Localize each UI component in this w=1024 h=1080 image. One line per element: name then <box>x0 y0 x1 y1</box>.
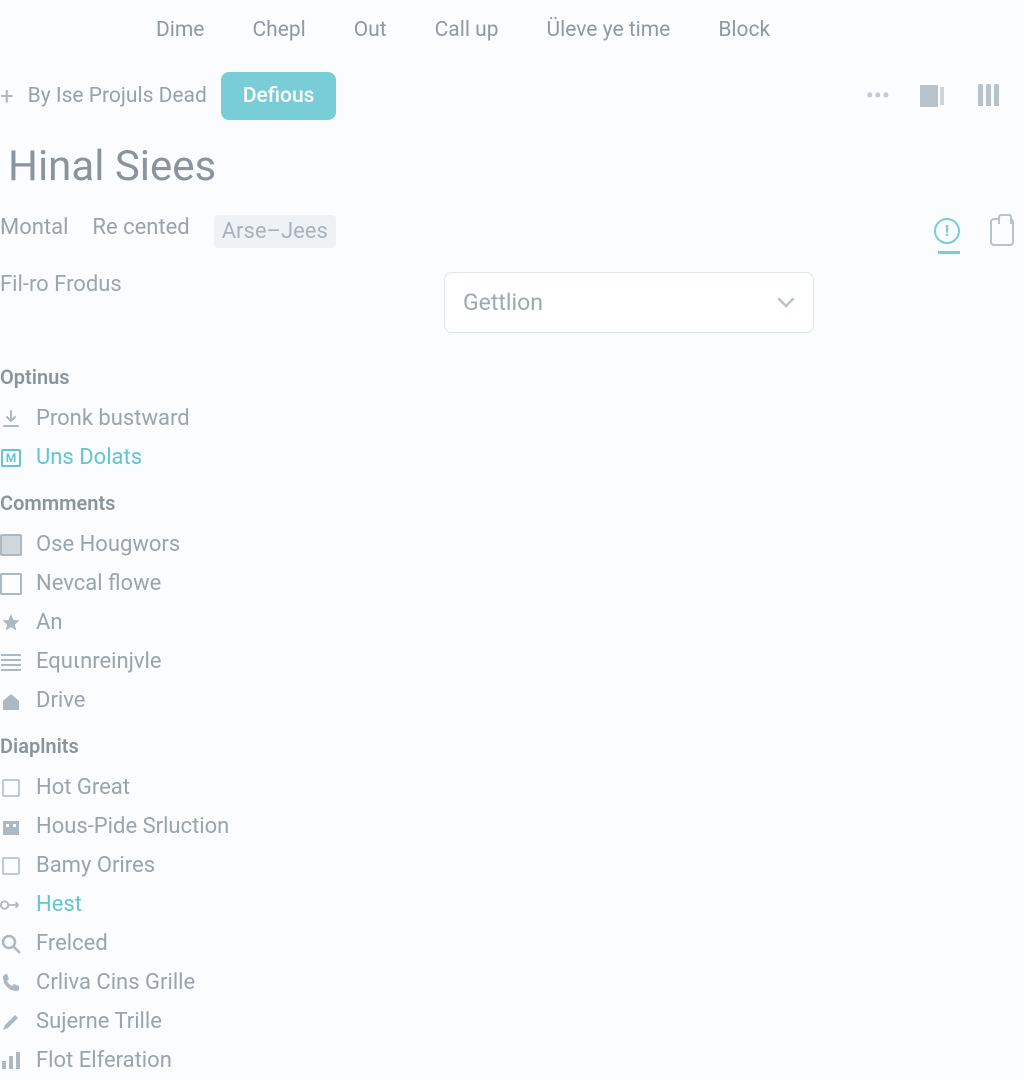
chart-icon <box>0 1050 22 1072</box>
tabs: Montal Re cented Arse–Jees ! <box>0 207 1024 248</box>
filter-row: Fil-ro Frodus Gettlion <box>0 248 1024 333</box>
page-title: Hinal Siees <box>0 138 1024 207</box>
sidebar-item-label: Sujerne Trille <box>36 1009 162 1034</box>
pencil-icon <box>0 1011 22 1033</box>
download-icon <box>0 408 22 430</box>
sidebar-item-label: Drive <box>36 688 85 713</box>
clipboard-icon[interactable] <box>990 218 1014 246</box>
tab-montal[interactable]: Montal <box>0 215 68 248</box>
box-icon <box>0 573 22 595</box>
sidebar-item[interactable]: Nevcal flowe <box>0 564 1024 603</box>
tab-re-cented[interactable]: Re cented <box>92 215 189 248</box>
sidebar-item-label: Hot Great <box>36 775 130 800</box>
columns-icon[interactable] <box>968 80 1008 112</box>
sidebar-item[interactable]: M Uns Dolats <box>0 438 1024 477</box>
more-icon[interactable]: ••• <box>858 78 898 114</box>
sidebar-item-label: Equιnreinjvle <box>36 649 162 674</box>
panel-icon[interactable] <box>912 81 954 111</box>
sidebar-item-label: Uns Dolats <box>36 445 142 470</box>
home-icon <box>0 690 22 712</box>
sidebar-item[interactable]: Bamy Orires <box>0 846 1024 885</box>
sidebar-item[interactable]: Sujerne Trille <box>0 1002 1024 1041</box>
sidebar-item-label: Ose Hougwors <box>36 532 180 557</box>
building-icon <box>0 816 22 838</box>
letter-m-icon: M <box>0 447 22 469</box>
sidebar-item[interactable]: Crliva Cins Grille <box>0 963 1024 1002</box>
sidebar-item[interactable]: Hot Great <box>0 768 1024 807</box>
lines-icon <box>0 651 22 673</box>
sidebar-item-label: Hous-Pide Srluction <box>36 814 229 839</box>
sidebar-item-label: Hest <box>36 892 82 917</box>
filter-label: Fil-ro Frodus <box>0 272 420 297</box>
plus-icon[interactable]: + <box>0 82 14 110</box>
sidebar-item[interactable]: Frelced <box>0 924 1024 963</box>
sidebar-item[interactable]: Pronk bustward <box>0 399 1024 438</box>
sidebar-item-label: Nevcal flowe <box>36 571 161 596</box>
sub-bar: + By Ise Projuls Dead Defious ••• <box>0 60 1024 138</box>
sidebar-item-label: Bamy Orires <box>36 853 155 878</box>
phone-icon <box>0 972 22 994</box>
sidebar-item[interactable]: Drive <box>0 681 1024 720</box>
select-value: Gettlion <box>463 289 543 316</box>
star-icon <box>0 612 22 634</box>
sidebar-item[interactable]: Flot Elferation <box>0 1041 1024 1080</box>
dash-arrow-icon <box>0 894 22 916</box>
filter-select[interactable]: Gettlion <box>444 272 814 333</box>
topnav-item[interactable]: Üleve ye time <box>547 18 671 42</box>
status-pill[interactable]: Defious <box>221 72 337 120</box>
search-icon <box>0 933 22 955</box>
topnav-item[interactable]: Out <box>354 18 387 42</box>
sidebar-item-label: An <box>36 610 63 635</box>
sidebar-item[interactable]: Hest <box>0 885 1024 924</box>
breadcrumb[interactable]: By Ise Projuls Dead <box>28 84 207 108</box>
sidebar-item[interactable]: Ose Hougwors <box>0 525 1024 564</box>
sidebar-item[interactable]: An <box>0 603 1024 642</box>
section-header: Optinus <box>0 351 1024 399</box>
info-icon[interactable]: ! <box>934 218 960 244</box>
section-header: Diaplnits <box>0 720 1024 768</box>
box-filled-icon <box>0 534 22 556</box>
top-nav: Dime Chepl Out Call up Üleve ye time Block <box>0 0 1024 60</box>
box-small-icon <box>0 777 22 799</box>
section-header: Commments <box>0 477 1024 525</box>
topnav-item[interactable]: Dime <box>156 18 204 42</box>
topnav-item[interactable]: Block <box>718 18 770 42</box>
tab-arse-jees[interactable]: Arse–Jees <box>214 215 336 248</box>
sidebar: Optinus Pronk bustward M Uns Dolats Commment… <box>0 333 1024 1080</box>
sidebar-item-label: Frelced <box>36 931 108 956</box>
topnav-item[interactable]: Call up <box>435 18 499 42</box>
sidebar-item-label: Pronk bustward <box>36 406 190 431</box>
box-small-icon <box>0 855 22 877</box>
topnav-item[interactable]: Chepl <box>252 18 305 42</box>
chevron-down-icon <box>777 297 795 309</box>
sidebar-item-label: Flot Elferation <box>36 1048 172 1073</box>
sidebar-item[interactable]: Hous-Pide Srluction <box>0 807 1024 846</box>
sidebar-item-label: Crliva Cins Grille <box>36 970 195 995</box>
sidebar-item[interactable]: Equιnreinjvle <box>0 642 1024 681</box>
